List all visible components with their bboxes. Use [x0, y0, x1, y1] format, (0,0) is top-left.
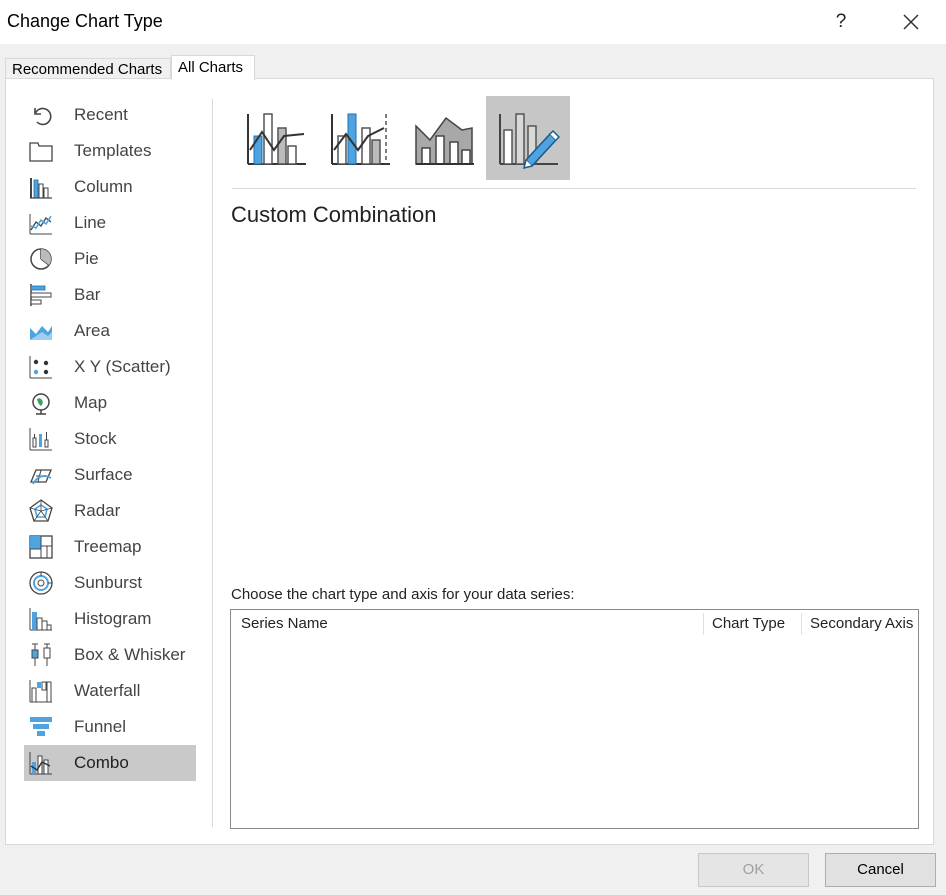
histogram-chart-icon	[28, 606, 54, 632]
sidebar-item-label: Line	[74, 213, 107, 232]
help-button[interactable]: ?	[826, 6, 856, 38]
column-header-series-name: Series Name	[241, 615, 328, 632]
subtype-clustered-column-line[interactable]	[234, 96, 318, 180]
series-instructions: Choose the chart type and axis for your …	[231, 586, 575, 603]
sidebar-item-label: Box & Whisker	[74, 645, 186, 664]
sidebar-item-label: Map	[74, 393, 108, 412]
sidebar-item-label: Pie	[74, 249, 99, 268]
sidebar-item-label: Waterfall	[74, 681, 141, 700]
sidebar-item-label: Surface	[74, 465, 133, 484]
bar-chart-icon	[28, 282, 54, 308]
title-bar: Change Chart Type ?	[0, 0, 946, 44]
sidebar-item-histogram[interactable]: Histogram	[24, 601, 196, 637]
sidebar-item-label: Column	[74, 177, 133, 196]
sidebar-item-radar[interactable]: Radar	[24, 493, 196, 529]
sidebar-item-area[interactable]: Area	[24, 313, 196, 349]
clustered-column-line-secondary-axis-icon	[331, 113, 390, 165]
sidebar-item-treemap[interactable]: Treemap	[24, 529, 196, 565]
tab-all-charts[interactable]: All Charts	[171, 55, 255, 80]
sidebar-divider	[212, 99, 213, 827]
sidebar-item-combo[interactable]: Combo	[24, 745, 196, 781]
stock-chart-icon	[28, 426, 54, 452]
close-icon	[903, 14, 919, 30]
sidebar-item-surface[interactable]: Surface	[24, 457, 196, 493]
sidebar-item-templates[interactable]: Templates	[24, 133, 196, 169]
sidebar-item-funnel[interactable]: Funnel	[24, 709, 196, 745]
series-table[interactable]: Series Name Chart Type Secondary Axis	[230, 609, 919, 829]
waterfall-chart-icon	[28, 678, 54, 704]
templates-icon	[28, 138, 54, 164]
sidebar-item-label: Bar	[74, 285, 101, 304]
sunburst-chart-icon	[28, 570, 54, 596]
gallery-divider	[232, 188, 916, 189]
sidebar-item-label: Funnel	[74, 717, 126, 736]
cancel-button[interactable]: Cancel	[825, 853, 936, 887]
sidebar-item-label: X Y (Scatter)	[74, 357, 171, 376]
map-chart-icon	[28, 390, 54, 416]
column-separator	[801, 613, 802, 635]
stacked-area-clustered-column-icon	[415, 116, 474, 165]
combination-title: Custom Combination	[231, 202, 437, 227]
sidebar-item-label: Combo	[74, 753, 129, 772]
sidebar-item-label: Templates	[74, 141, 152, 160]
subtype-clustered-column-line-secondary[interactable]	[318, 96, 402, 180]
sidebar-item-sunburst[interactable]: Sunburst	[24, 565, 196, 601]
sidebar-item-bar[interactable]: Bar	[24, 277, 196, 313]
column-separator	[703, 613, 704, 635]
recent-icon	[28, 102, 54, 128]
sidebar-item-map[interactable]: Map	[24, 385, 196, 421]
custom-combination-icon	[499, 113, 560, 170]
sidebar-item-label: Stock	[74, 429, 117, 448]
sidebar-item-stock[interactable]: Stock	[24, 421, 196, 457]
scatter-chart-icon	[28, 354, 54, 380]
close-button[interactable]	[895, 6, 927, 38]
sidebar-item-box-whisker[interactable]: Box & Whisker	[24, 637, 196, 673]
chart-type-list: Recent Templates Column Line Pie Bar Are…	[24, 97, 196, 781]
sidebar-item-label: Treemap	[74, 537, 142, 556]
sidebar-item-pie[interactable]: Pie	[24, 241, 196, 277]
sidebar-item-line[interactable]: Line	[24, 205, 196, 241]
dialog-title: Change Chart Type	[7, 11, 163, 31]
tab-recommended-charts[interactable]: Recommended Charts	[5, 58, 171, 80]
box-whisker-chart-icon	[28, 642, 54, 668]
tab-panel: Recent Templates Column Line Pie Bar Are…	[5, 78, 934, 845]
combo-chart-icon	[28, 750, 54, 776]
sidebar-item-label: Recent	[74, 105, 128, 124]
line-chart-icon	[28, 210, 54, 236]
sidebar-item-label: Radar	[74, 501, 121, 520]
sidebar-item-scatter[interactable]: X Y (Scatter)	[24, 349, 196, 385]
ok-button[interactable]: OK	[698, 853, 809, 887]
funnel-chart-icon	[28, 714, 54, 740]
subtype-custom-combination[interactable]	[486, 96, 570, 180]
sidebar-item-label: Sunburst	[74, 573, 143, 592]
column-header-secondary-axis: Secondary Axis	[810, 615, 914, 632]
clustered-column-line-icon	[247, 113, 306, 165]
area-chart-icon	[28, 318, 54, 344]
sidebar-item-waterfall[interactable]: Waterfall	[24, 673, 196, 709]
sidebar-item-label: Area	[74, 321, 110, 340]
pie-chart-icon	[28, 246, 54, 272]
column-chart-icon	[28, 174, 54, 200]
treemap-chart-icon	[28, 534, 54, 560]
surface-chart-icon	[28, 462, 54, 488]
column-header-chart-type: Chart Type	[712, 615, 786, 632]
radar-chart-icon	[28, 498, 54, 524]
sidebar-item-recent[interactable]: Recent	[24, 97, 196, 133]
subtype-stacked-area-clustered-column[interactable]	[402, 96, 486, 180]
sidebar-item-label: Histogram	[74, 609, 152, 628]
sidebar-item-column[interactable]: Column	[24, 169, 196, 205]
